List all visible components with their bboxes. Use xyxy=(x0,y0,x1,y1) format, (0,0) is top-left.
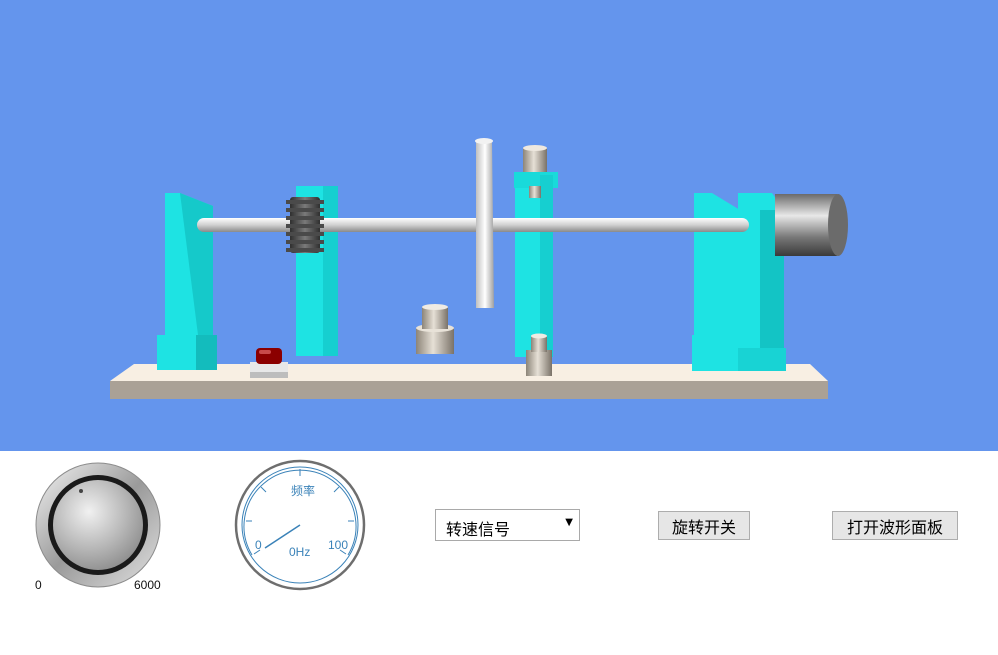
gauge-title: 频率 xyxy=(291,484,316,498)
knob-dial-icon xyxy=(35,462,161,588)
gauge-value-readout: 0Hz xyxy=(289,545,311,559)
rotor-shaft xyxy=(197,218,749,232)
frequency-gauge xyxy=(234,459,366,591)
speed-knob[interactable] xyxy=(34,461,164,589)
rotation-switch-button[interactable]: 旋转开关 xyxy=(658,511,750,540)
gauge-max-label: 100 xyxy=(328,538,349,552)
3d-scene-viewport[interactable] xyxy=(0,0,998,451)
motor xyxy=(775,194,848,256)
signal-select-value: 转速信号 xyxy=(446,520,511,539)
signal-select[interactable]: 转速信号 ▼ xyxy=(435,509,580,541)
gauge-min-label: 0 xyxy=(255,538,262,552)
stepped-sensor-mount xyxy=(416,304,454,354)
open-waveform-panel-button[interactable]: 打开波形面板 xyxy=(832,511,958,540)
red-indicator-light xyxy=(250,348,288,378)
gear-wheel xyxy=(286,197,324,253)
rotor-test-bench-model xyxy=(110,138,848,399)
gauge-dial-icon xyxy=(234,459,366,591)
rotor-disc xyxy=(475,138,494,308)
bearing-support-3 xyxy=(514,172,558,357)
knob-max-label: 6000 xyxy=(134,578,161,592)
knob-min-label: 0 xyxy=(35,578,42,592)
control-panel: 0 6000 频率 0 100 0Hz 转速信号 ▼ 旋转开关 打开波形面板 xyxy=(0,451,998,655)
dropdown-arrow-icon: ▼ xyxy=(565,517,573,528)
